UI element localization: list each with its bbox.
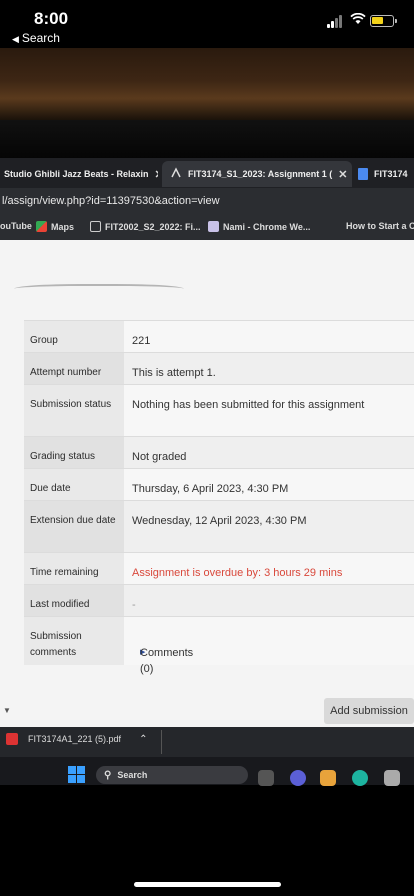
row-value-group: 221 bbox=[132, 335, 151, 347]
back-to-search-button[interactable]: ◀ Search bbox=[12, 31, 60, 45]
row-value-due-date: Thursday, 6 April 2023, 4:30 PM bbox=[132, 483, 289, 495]
tab-title: Studio Ghibli Jazz Beats - Relaxin bbox=[4, 169, 149, 179]
table-row: Attempt number This is attempt 1. bbox=[24, 352, 414, 385]
moodle-icon bbox=[90, 221, 101, 232]
file-explorer-icon[interactable] bbox=[320, 770, 336, 786]
download-filename: FIT3174A1_221 (5).pdf bbox=[28, 734, 122, 744]
bookmark-label: ouTube bbox=[0, 221, 32, 231]
windows-taskbar: ⚲ Search bbox=[0, 757, 414, 786]
row-label-extension-due-date: Extension due date bbox=[30, 515, 116, 526]
chevron-up-icon[interactable]: ⌃ bbox=[139, 734, 147, 745]
bookmark-maps[interactable]: Maps bbox=[36, 221, 74, 232]
app-icon bbox=[208, 221, 219, 232]
table-row: Grading status Not graded bbox=[24, 436, 414, 469]
search-icon: ⚲ bbox=[104, 769, 112, 781]
cellular-signal-icon bbox=[327, 14, 345, 28]
back-label: Search bbox=[21, 31, 60, 45]
status-bar-time: 8:00 bbox=[34, 9, 69, 28]
assignment-page: Group 221 Attempt number This is attempt… bbox=[0, 240, 414, 727]
table-row: Submission comments ▶ Comments (0) bbox=[24, 616, 414, 675]
bookmarks-bar: ouTube Maps FIT2002_S2_2022: Fi... Nami … bbox=[0, 214, 414, 240]
pdf-file-icon bbox=[6, 733, 18, 745]
overdue-text: Assignment is overdue by: 3 hours 29 min… bbox=[132, 567, 343, 579]
back-arrow-icon: ◀ bbox=[12, 34, 19, 44]
row-value-attempt: This is attempt 1. bbox=[132, 367, 216, 379]
chat-icon[interactable] bbox=[290, 770, 306, 786]
task-view-icon[interactable] bbox=[258, 770, 274, 786]
bookmark-label: Maps bbox=[51, 221, 75, 232]
download-bar: FIT3174A1_221 (5).pdf ⌃ bbox=[0, 727, 414, 757]
table-row: Last modified - bbox=[24, 584, 414, 617]
bookmark-how-to-start[interactable]: How to Start a C bbox=[346, 221, 414, 231]
store-icon[interactable] bbox=[384, 770, 400, 786]
bookmark-label: FIT2002_S2_2022: Fi... bbox=[105, 221, 201, 232]
row-label-submission-comments: Submission comments bbox=[30, 631, 82, 658]
row-value-last-modified: - bbox=[132, 599, 136, 611]
close-tab-icon[interactable]: ✕ bbox=[338, 168, 347, 181]
tab-studio-ghibli[interactable]: Studio Ghibli Jazz Beats - Relaxin ✕ bbox=[0, 161, 158, 187]
url-text: l/assign/view.php?id=11397530&action=vie… bbox=[2, 195, 220, 207]
bookmark-label: How to Start a C bbox=[346, 221, 414, 231]
table-row: Extension due date Wednesday, 12 April 2… bbox=[24, 500, 414, 553]
docs-icon bbox=[358, 168, 368, 180]
battery-tip bbox=[395, 19, 397, 23]
bookmark-fit2002[interactable]: FIT2002_S2_2022: Fi... bbox=[90, 221, 201, 232]
table-row: Submission status Nothing has been submi… bbox=[24, 384, 414, 437]
moodle-icon bbox=[170, 167, 182, 181]
monitor-bezel bbox=[0, 120, 414, 158]
row-label-last-modified: Last modified bbox=[30, 599, 90, 610]
bookmark-youtube[interactable]: ouTube bbox=[0, 221, 32, 231]
table-row: Group 221 bbox=[24, 320, 414, 353]
row-value-extension-due-date: Wednesday, 12 April 2023, 4:30 PM bbox=[132, 515, 307, 527]
table-row: Due date Thursday, 6 April 2023, 4:30 PM bbox=[24, 468, 414, 501]
row-label-time-remaining: Time remaining bbox=[30, 567, 99, 578]
row-label-grading-status: Grading status bbox=[30, 451, 96, 462]
comments-label: Comments (0) bbox=[140, 647, 194, 675]
browser-tab-bar: Studio Ghibli Jazz Beats - Relaxin ✕ FIT… bbox=[0, 158, 414, 188]
windows-start-icon[interactable] bbox=[68, 766, 86, 784]
submission-status-heading bbox=[14, 284, 184, 296]
tab-title: FIT3174_S1_2023: Assignment 1 ( bbox=[188, 169, 333, 179]
taskbar-search-label: Search bbox=[117, 770, 148, 780]
row-label-due-date: Due date bbox=[30, 483, 71, 494]
add-submission-button[interactable]: Add submission bbox=[324, 698, 414, 724]
tab-title: FIT3174 bbox=[374, 169, 408, 179]
close-tab-icon[interactable]: ✕ bbox=[155, 168, 158, 181]
table-row: Time remaining Assignment is overdue by:… bbox=[24, 552, 414, 585]
taskbar-search[interactable]: ⚲ Search bbox=[96, 766, 248, 784]
row-value-submission-status: Nothing has been submitted for this assi… bbox=[132, 399, 365, 411]
row-label-attempt: Attempt number bbox=[30, 367, 102, 378]
row-label-submission-status: Submission status bbox=[30, 399, 112, 410]
scroll-down-icon: ▼ bbox=[3, 706, 11, 715]
row-value-grading-status: Not graded bbox=[132, 451, 187, 463]
download-separator bbox=[161, 730, 162, 754]
bookmark-label: Nami - Chrome We... bbox=[223, 221, 311, 232]
room-background bbox=[0, 48, 414, 120]
home-indicator[interactable] bbox=[134, 882, 281, 887]
address-bar[interactable]: l/assign/view.php?id=11397530&action=vie… bbox=[0, 188, 414, 214]
maps-icon bbox=[36, 221, 47, 232]
tab-fit3174[interactable]: FIT3174 bbox=[358, 161, 414, 187]
row-label-group: Group bbox=[30, 335, 58, 346]
bookmark-nami[interactable]: Nami - Chrome We... bbox=[208, 221, 310, 232]
wifi-icon bbox=[350, 12, 366, 28]
edge-icon[interactable] bbox=[352, 770, 368, 786]
tab-assignment[interactable]: FIT3174_S1_2023: Assignment 1 ( ✕ bbox=[162, 161, 352, 187]
download-item[interactable]: FIT3174A1_221 (5).pdf ⌃ bbox=[6, 733, 147, 745]
battery-icon bbox=[370, 15, 394, 27]
